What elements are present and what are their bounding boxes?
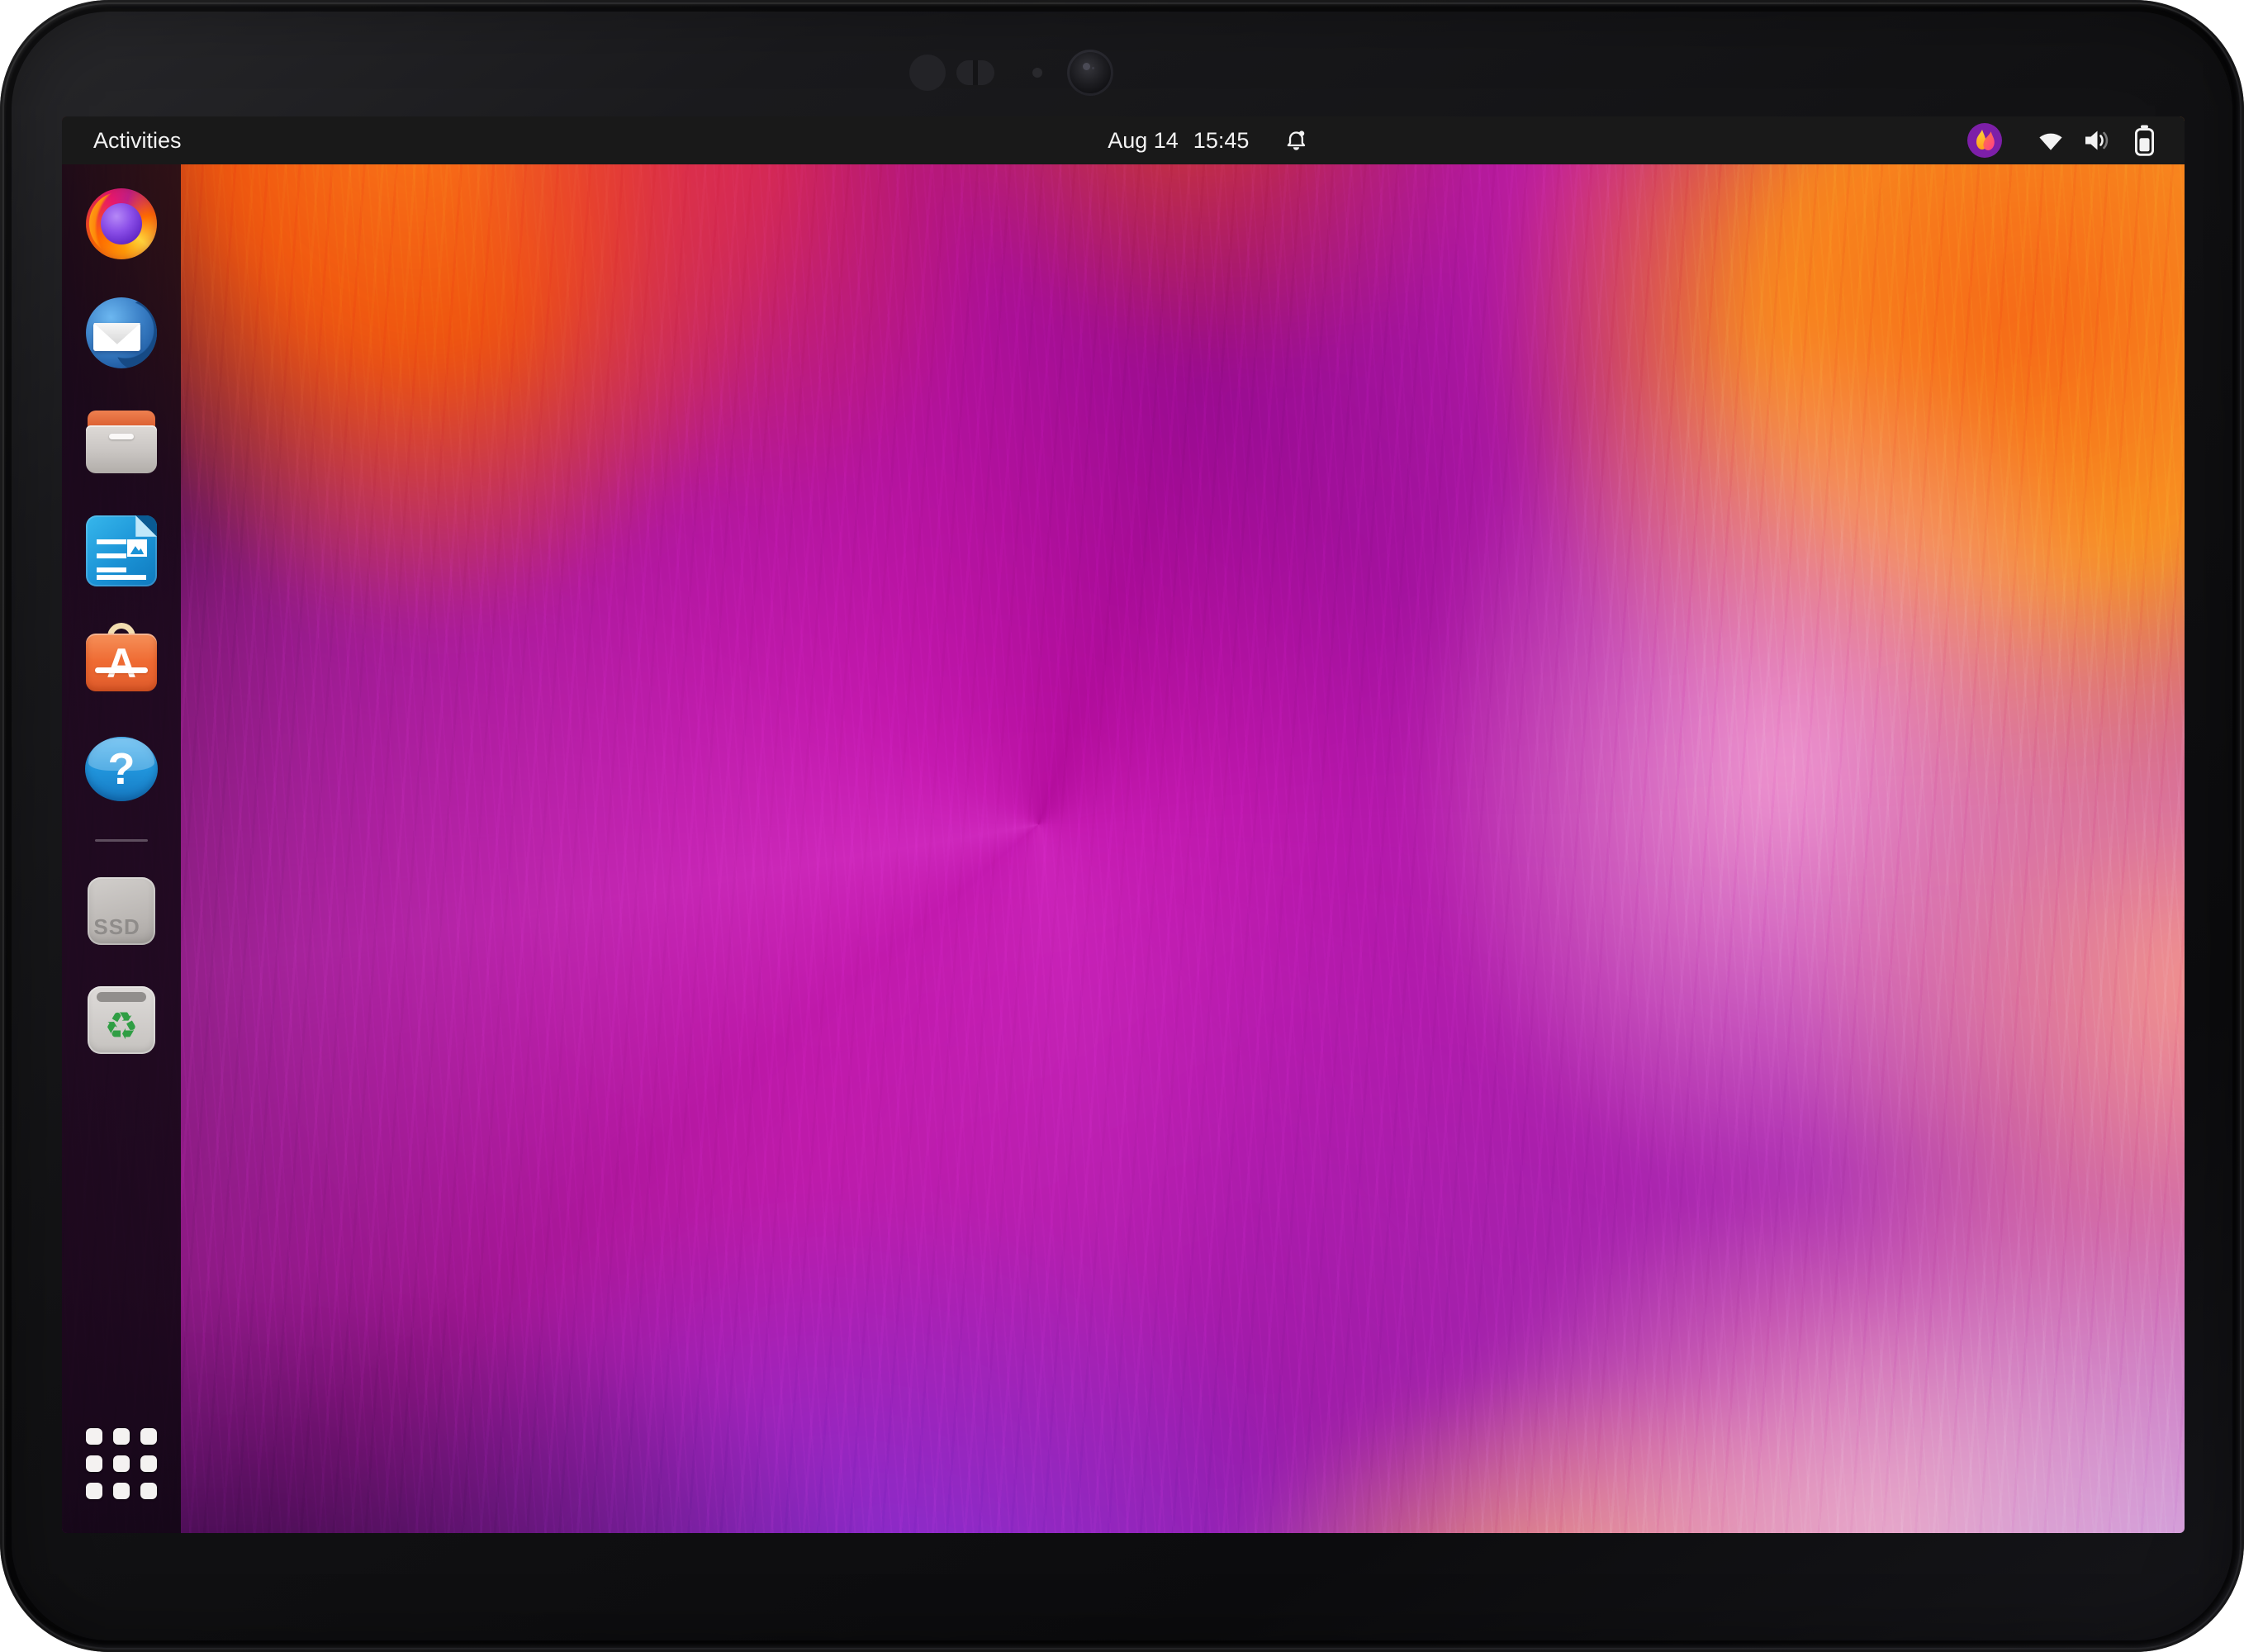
front-camera-lens: [1067, 50, 1113, 96]
notification-bell-icon: [1283, 128, 1308, 153]
recycle-glyph: ♻: [88, 1003, 155, 1050]
document-image-thumbnail: [127, 539, 147, 557]
folder-handle: [109, 434, 133, 440]
dock-item-help[interactable]: ?: [62, 714, 181, 824]
dock-item-libreoffice-writer[interactable]: [62, 496, 181, 605]
grid-dot: [113, 1483, 130, 1499]
battery-icon: [2134, 125, 2155, 156]
flame-indicator-icon: [1966, 121, 2004, 159]
grid-dot: [86, 1455, 102, 1472]
grid-dot: [86, 1483, 102, 1499]
grid-dot: [140, 1455, 157, 1472]
bezel-sensor-dot: [909, 55, 946, 91]
clock-time: 15:45: [1193, 128, 1250, 154]
firefox-icon: [86, 188, 157, 259]
ubuntu-software-icon: A: [86, 624, 157, 695]
grid-dot: [113, 1428, 130, 1445]
help-icon: ?: [85, 737, 158, 801]
document-text-lines: [97, 539, 126, 575]
libreoffice-writer-icon: [86, 515, 157, 586]
activities-button[interactable]: Activities: [62, 116, 198, 164]
bezel-indicator-dot: [1032, 68, 1042, 78]
clock-date: Aug 14: [1108, 128, 1179, 154]
system-tray[interactable]: [1966, 116, 2185, 164]
trash-lid: [97, 992, 147, 1001]
ssd-label: SSD: [93, 914, 140, 940]
grid-dot: [86, 1428, 102, 1445]
desktop-screen: Activities Aug 14 15:45: [62, 116, 2185, 1533]
dock-item-firefox[interactable]: [62, 169, 181, 278]
briefcase-bar: [95, 667, 148, 674]
top-bar: Activities Aug 14 15:45: [62, 116, 2185, 164]
trash-icon: ♻: [88, 986, 155, 1054]
grid-dot: [113, 1455, 130, 1472]
files-folder-icon: [86, 406, 157, 477]
wifi-icon: [2037, 129, 2065, 152]
bezel-sensor-pill: [956, 60, 994, 85]
clock-button[interactable]: Aug 14 15:45: [1108, 116, 1308, 164]
dock-item-files[interactable]: [62, 387, 181, 496]
document-text-line-wide: [97, 575, 146, 580]
grid-dot: [140, 1483, 157, 1499]
thunderbird-icon: [86, 297, 157, 368]
app-grid-icon: [86, 1428, 157, 1499]
software-letter-glyph: A: [86, 636, 157, 691]
firefox-fox-swoosh: [86, 188, 157, 259]
question-mark-glyph: ?: [85, 737, 158, 801]
volume-icon: [2085, 128, 2114, 153]
dock: A ? SSD ♻: [62, 164, 181, 1533]
folder-body: [86, 425, 157, 473]
dock-item-ubuntu-software[interactable]: A: [62, 605, 181, 714]
wallpaper-swirl-texture: [62, 116, 2185, 1533]
dock-item-ssd-drive[interactable]: SSD: [62, 857, 181, 966]
show-applications-button[interactable]: [62, 1416, 181, 1512]
desktop-wallpaper: [62, 116, 2185, 1533]
tablet-device-frame: Activities Aug 14 15:45: [0, 0, 2244, 1652]
ssd-drive-icon: SSD: [88, 877, 155, 945]
dock-separator-slot: [62, 824, 181, 857]
dock-separator: [95, 839, 148, 842]
dock-item-thunderbird[interactable]: [62, 278, 181, 387]
grid-dot: [140, 1428, 157, 1445]
dock-item-trash[interactable]: ♻: [62, 966, 181, 1075]
